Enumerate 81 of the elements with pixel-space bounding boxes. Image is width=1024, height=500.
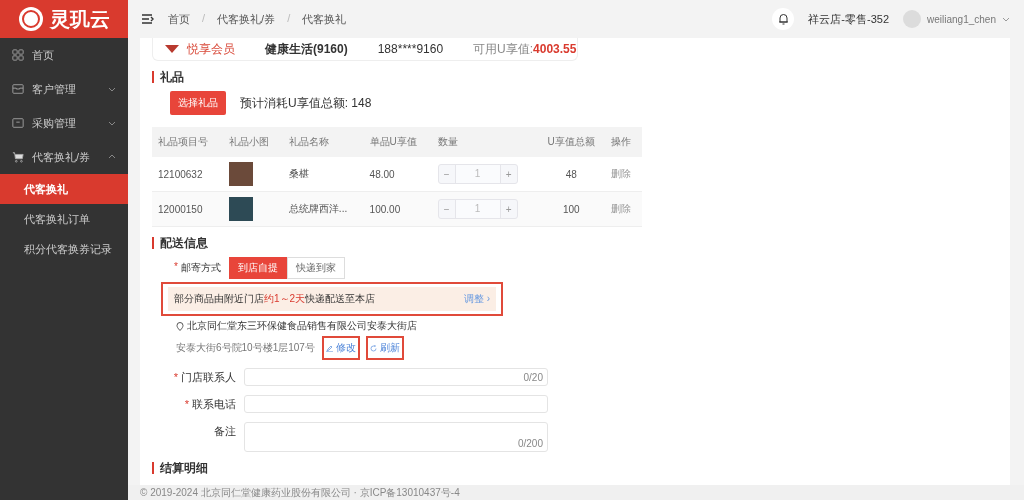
sidebar-item[interactable]: 代客换礼/券 (0, 140, 128, 174)
photo-placeholder (229, 162, 254, 186)
breadcrumb-link[interactable]: 代客换礼/券 (217, 11, 276, 27)
breadcrumb-separator: / (287, 11, 291, 26)
pencil-icon (325, 344, 333, 352)
required-asterisk: * (174, 261, 178, 274)
field-label: 联系电话 (192, 397, 236, 412)
column-header: 礼品项目号 (152, 127, 224, 157)
points-value: 4003.55 (533, 42, 577, 56)
refresh-icon (369, 344, 377, 352)
sidebar-item[interactable]: 客户管理 (0, 72, 128, 106)
refresh-link[interactable]: 刷新 (366, 337, 403, 359)
table-cell: 100 (537, 191, 606, 227)
column-header: 礼品名称 (282, 127, 364, 157)
section-title: 配送信息 (152, 237, 998, 249)
minus-button[interactable]: − (438, 200, 455, 218)
table-cell: 总统牌西洋... (282, 191, 364, 227)
breadcrumb-link[interactable]: 代客换礼 (302, 11, 347, 27)
select-gift-button[interactable]: 选择礼品 (170, 91, 226, 115)
input-field[interactable]: 0/20 (244, 368, 548, 386)
grid-icon (12, 49, 24, 61)
notice-text: 部分商品由附近门店约1～2天快递配送至本店 (174, 292, 376, 306)
section-title: 结算明细 (152, 462, 998, 474)
input-field[interactable] (244, 395, 548, 413)
menu-icon[interactable] (142, 14, 154, 24)
column-header: 数量 (431, 127, 538, 157)
plus-button[interactable]: + (500, 165, 517, 183)
seal-logo-icon (18, 6, 44, 32)
field-label: 邮寄方式 (180, 261, 221, 275)
delete-link[interactable]: 删除 (611, 203, 632, 214)
address-text: 安泰大街6号院10号楼1层107号 (176, 341, 315, 355)
cart-icon (12, 151, 24, 163)
triangle-icon (165, 45, 179, 53)
table-cell: 12100632 (152, 157, 224, 192)
textarea-field[interactable]: 0/200 (244, 422, 548, 452)
member-phone: 188****9160 (377, 42, 444, 56)
notification-button[interactable] (772, 8, 795, 30)
points-label: 可用U享值: (473, 40, 534, 58)
store-address-name: 北京同仁堂东三环保健食品销售有限公司安泰大街店 (187, 319, 417, 333)
store-name: 祥云店-零售-352 (808, 11, 890, 27)
location-pin-icon (176, 321, 184, 331)
sidebar-item[interactable]: 采购管理 (0, 106, 128, 140)
chevron-icon (1002, 15, 1010, 23)
member-level: 悦享会员 (187, 40, 235, 58)
column-header: 礼品小图 (223, 127, 283, 157)
section-title: 礼品 (152, 71, 998, 83)
sidebar-subitem[interactable]: 积分代客换券记录 (0, 234, 128, 264)
required-asterisk: * (173, 370, 178, 385)
total-points: 预计消耗U享值总额: 148 (240, 94, 372, 112)
table-cell: 100.00 (363, 191, 432, 227)
quantity-stepper[interactable]: − 1 + (437, 199, 518, 219)
user-menu[interactable]: weiliang1_chen (927, 13, 996, 25)
photo-placeholder (229, 197, 254, 221)
sidebar-subitem[interactable]: 代客换礼订单 (0, 204, 128, 234)
column-header: U享值总额 (537, 127, 606, 157)
bell-icon (777, 13, 789, 25)
delete-link[interactable]: 删除 (611, 168, 632, 179)
plus-button[interactable]: + (500, 200, 517, 218)
breadcrumb-separator: / (202, 11, 206, 26)
table-cell: 48.00 (363, 157, 432, 192)
column-header: 单品U享值 (363, 127, 432, 157)
sidebar-item[interactable]: 首页 (0, 38, 128, 72)
member-name: 健康生活(9160) (265, 40, 348, 58)
delivery-tab[interactable]: 到店自提 (228, 257, 287, 279)
field-label: 门店联系人 (181, 370, 236, 385)
table-cell: 48 (537, 157, 606, 192)
edit-link[interactable]: 修改 (322, 337, 359, 359)
archive-icon (12, 117, 24, 129)
inbox-icon (12, 83, 24, 95)
column-header: 操作 (605, 127, 642, 157)
delivery-tab[interactable]: 快递到家 (286, 257, 345, 279)
table-cell: 桑椹 (282, 157, 364, 192)
minus-button[interactable]: − (438, 165, 455, 183)
required-asterisk: * (184, 397, 189, 412)
field-label: 备注 (214, 424, 236, 439)
sidebar-subitem[interactable]: 代客换礼 (0, 174, 128, 204)
adjust-link[interactable]: 调整 › (463, 292, 490, 306)
breadcrumb-link[interactable]: 首页 (168, 11, 190, 27)
logo-text: 灵玑云 (50, 6, 110, 32)
table-cell: 12000150 (152, 191, 224, 227)
quantity-stepper[interactable]: − 1 + (437, 164, 518, 184)
